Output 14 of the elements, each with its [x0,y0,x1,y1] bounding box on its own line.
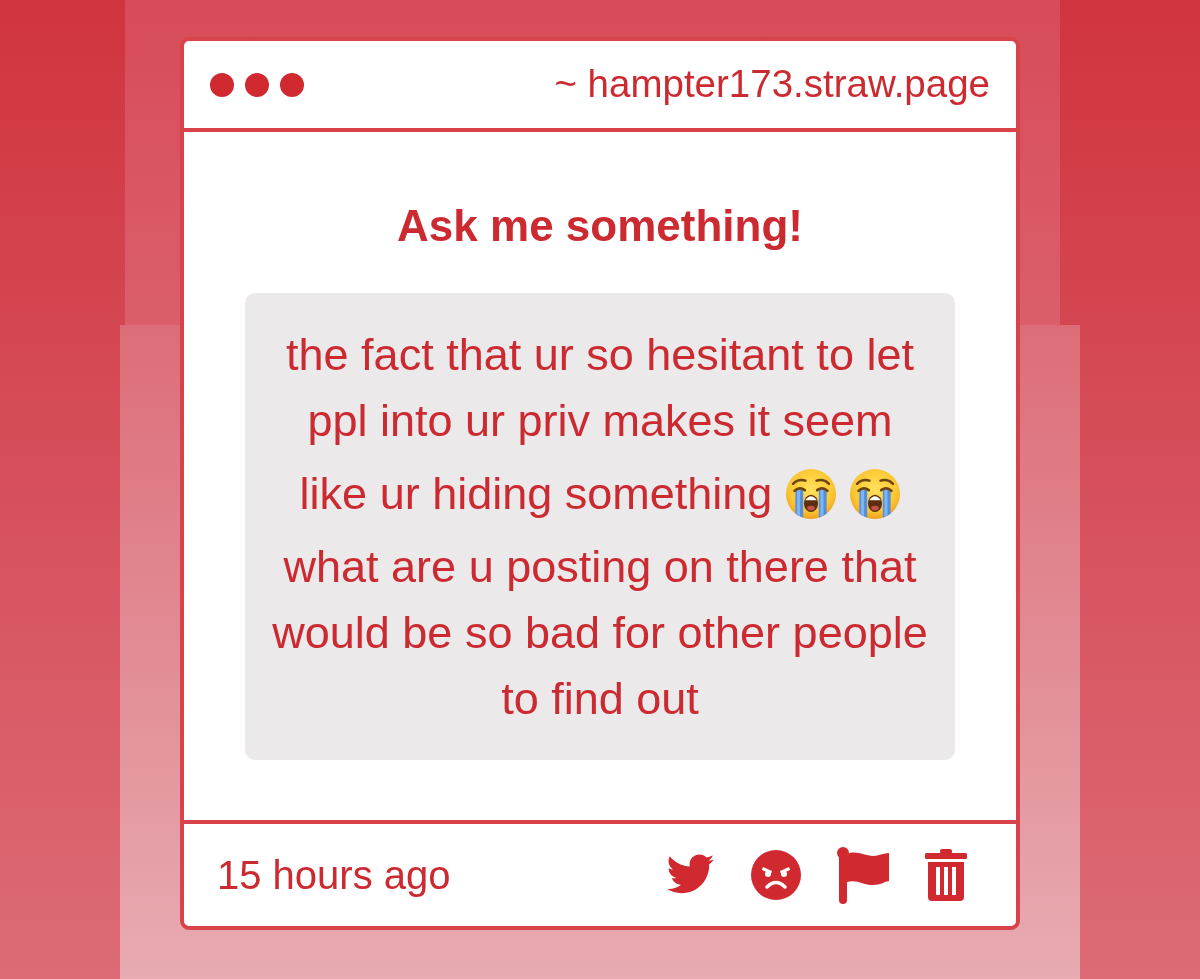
flag-icon[interactable] [837,846,889,904]
post-time: 15 hours ago [217,852,451,899]
question-text: what are u posting on there that would be so bad for other people to find out [271,540,929,726]
crying-face-icon [850,469,901,519]
bird-icon[interactable] [665,854,715,896]
window-dot-icon [210,72,234,97]
question-text: like ur hiding something [299,467,773,521]
crying-face-icon [786,469,837,519]
angry-face-icon[interactable] [751,850,801,900]
prompt-title: Ask me something! [396,201,804,251]
window-dot-icon [280,72,304,97]
trash-icon[interactable] [925,849,967,901]
site-url: ~ hampter173.straw.page [554,61,990,108]
window-dot-icon [245,72,269,97]
